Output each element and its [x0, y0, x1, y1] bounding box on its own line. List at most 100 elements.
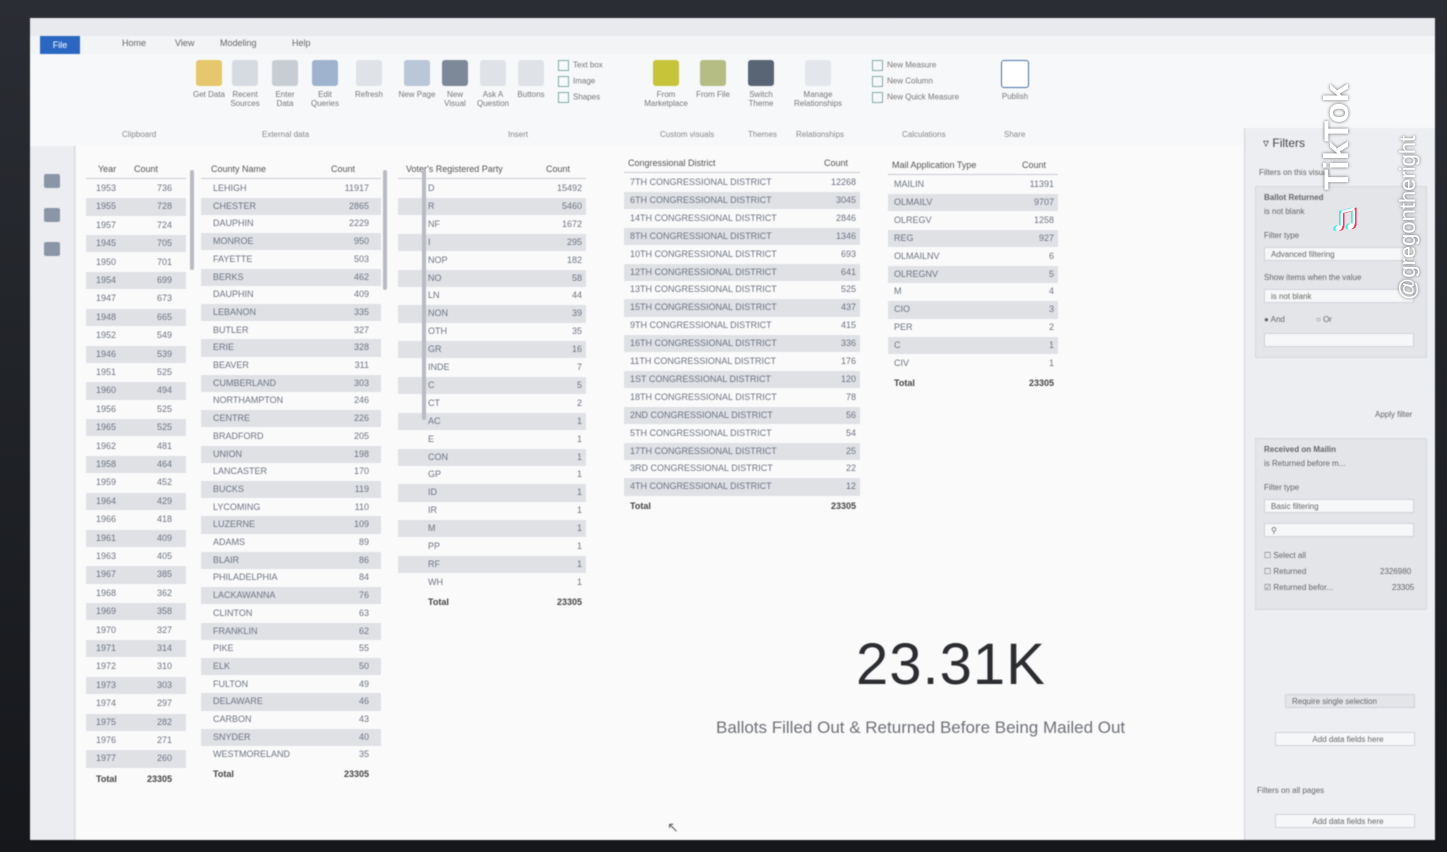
table-row[interactable]: 14TH CONGRESSIONAL DISTRICT 2846: [624, 210, 860, 227]
table-row[interactable]: 1957 724: [86, 217, 186, 234]
table-row[interactable]: 1971 314: [86, 640, 186, 658]
table-row[interactable]: FAYETTE 503: [201, 251, 381, 268]
table-row[interactable]: CIV 1: [888, 355, 1058, 372]
shapes-button[interactable]: Shapes: [558, 92, 600, 103]
table-row[interactable]: PHILADELPHIA 84: [201, 569, 381, 586]
second-condition-dropdown[interactable]: [1264, 333, 1414, 347]
table-row[interactable]: OLREGNV 5: [888, 265, 1058, 283]
table-row[interactable]: 6TH CONGRESSIONAL DISTRICT 3045: [624, 191, 860, 210]
table-row[interactable]: 1955 728: [86, 198, 186, 216]
table-row[interactable]: 8TH CONGRESSIONAL DISTRICT 1346: [624, 227, 860, 245]
table-row[interactable]: UNION 198: [201, 445, 381, 463]
table-row[interactable]: IR 1: [398, 502, 586, 519]
table-row[interactable]: 1965 525: [86, 419, 186, 437]
year-table-scrollbar[interactable]: [190, 170, 194, 270]
table-row[interactable]: OLREGV 1258: [888, 212, 1058, 229]
table-row[interactable]: 1960 494: [86, 382, 186, 400]
table-row[interactable]: NOP 182: [398, 252, 586, 269]
buttons-button[interactable]: Buttons: [512, 60, 550, 99]
table-row[interactable]: 1970 327: [86, 622, 186, 639]
select-all-checkbox[interactable]: ☐ Select all: [1264, 551, 1306, 560]
table-row[interactable]: MONROE 950: [201, 233, 381, 251]
district-count-table[interactable]: Congressional District Count 7TH CONGRES…: [624, 156, 860, 536]
table-row[interactable]: 1958 464: [86, 456, 186, 474]
report-view-icon[interactable]: [44, 174, 60, 188]
table-row[interactable]: 1952 549: [86, 327, 186, 344]
table-row[interactable]: 18TH CONGRESSIONAL DISTRICT 78: [624, 389, 860, 406]
table-row[interactable]: LEBANON 335: [201, 303, 381, 322]
table-row[interactable]: PP 1: [398, 538, 586, 555]
require-single-selection-toggle[interactable]: Require single selection: [1285, 694, 1415, 708]
table-row[interactable]: 2ND CONGRESSIONAL DISTRICT 56: [624, 406, 860, 424]
option-returned-checkbox[interactable]: ☐ Returned: [1264, 567, 1306, 576]
column-header-count[interactable]: Count: [134, 164, 158, 174]
table-row[interactable]: 1954 699: [86, 272, 186, 290]
table-row[interactable]: BEAVER 311: [201, 357, 381, 374]
table-row[interactable]: OLMAILV 9707: [888, 193, 1058, 212]
table-row[interactable]: INDE 7: [398, 359, 586, 376]
new-quick-measure-button[interactable]: New Quick Measure: [872, 92, 959, 103]
filter-type-dropdown[interactable]: Basic filtering: [1264, 499, 1414, 513]
table-row[interactable]: 13TH CONGRESSIONAL DISTRICT 525: [624, 281, 860, 298]
manage-relationships-button[interactable]: Manage Relationships: [790, 60, 846, 108]
table-row[interactable]: 1974 297: [86, 695, 186, 712]
tab-file[interactable]: File: [40, 36, 80, 54]
county-table-scrollbar[interactable]: [383, 170, 387, 290]
new-column-button[interactable]: New Column: [872, 76, 933, 87]
table-row[interactable]: BERKS 462: [201, 268, 381, 286]
report-canvas[interactable]: Year Count 1953 736 1955 728 1957 724 1945 705 1…: [76, 146, 1244, 840]
table-row[interactable]: 9TH CONGRESSIONAL DISTRICT 415: [624, 317, 860, 334]
table-row[interactable]: RF 1: [398, 555, 586, 574]
table-row[interactable]: 3RD CONGRESSIONAL DISTRICT 22: [624, 460, 860, 477]
table-row[interactable]: CUMBERLAND 303: [201, 374, 381, 392]
add-data-fields-dropzone-pages[interactable]: Add data fields here: [1275, 814, 1415, 828]
apply-filter-link[interactable]: Apply filter: [1375, 410, 1412, 419]
option-returned-before-checkbox[interactable]: ☑ Returned befor...: [1264, 583, 1333, 592]
table-row[interactable]: LUZERNE 109: [201, 516, 381, 534]
table-row[interactable]: DAUPHIN 2229: [201, 215, 381, 232]
table-row[interactable]: GR 16: [398, 341, 586, 359]
table-row[interactable]: 1956 525: [86, 401, 186, 418]
publish-button[interactable]: Publish: [996, 60, 1034, 101]
table-row[interactable]: C1: [888, 337, 1058, 355]
filter-card-received-on-mailin[interactable]: Received on Mailin is Returned before m.…: [1255, 438, 1427, 610]
table-row[interactable]: BUCKS 119: [201, 480, 381, 499]
table-row[interactable]: LEHIGH 11917: [201, 180, 381, 197]
column-header-count[interactable]: Count: [1022, 160, 1046, 170]
table-row[interactable]: 7TH CONGRESSIONAL DISTRICT 12268: [624, 174, 860, 191]
table-row[interactable]: GP 1: [398, 466, 586, 483]
table-row[interactable]: C5: [398, 376, 586, 395]
table-row[interactable]: 15TH CONGRESSIONAL DISTRICT 437: [624, 299, 860, 317]
table-row[interactable]: FULTON 49: [201, 676, 381, 693]
table-row[interactable]: NORTHAMPTON 246: [201, 392, 381, 409]
table-row[interactable]: M4: [888, 283, 1058, 300]
table-row[interactable]: 4TH CONGRESSIONAL DISTRICT 12: [624, 478, 860, 496]
table-row[interactable]: D 15492: [398, 180, 586, 197]
column-header-count[interactable]: Count: [546, 164, 570, 174]
filter-type-dropdown[interactable]: Advanced filtering: [1264, 247, 1414, 261]
table-row[interactable]: 1963 405: [86, 548, 186, 565]
refresh-button[interactable]: Refresh: [350, 60, 388, 99]
tab-view[interactable]: View: [175, 38, 194, 48]
table-row[interactable]: PER 2: [888, 319, 1058, 336]
table-row[interactable]: OTH 35: [398, 323, 586, 340]
table-row[interactable]: 16TH CONGRESSIONAL DISTRICT 336: [624, 335, 860, 353]
table-row[interactable]: LN 44: [398, 287, 586, 304]
new-page-button[interactable]: New Page: [398, 60, 436, 99]
table-row[interactable]: M1: [398, 520, 586, 538]
table-row[interactable]: 1972 310: [86, 658, 186, 675]
table-row[interactable]: LANCASTER 170: [201, 463, 381, 480]
table-row[interactable]: CENTRE 226: [201, 410, 381, 428]
table-row[interactable]: 1959 452: [86, 474, 186, 491]
ask-question-button[interactable]: Ask A Question: [474, 60, 512, 108]
edit-queries-button[interactable]: Edit Queries: [306, 60, 344, 108]
table-row[interactable]: ELK 50: [201, 657, 381, 676]
table-row[interactable]: FRANKLIN 62: [201, 622, 381, 640]
table-row[interactable]: 1947 673: [86, 290, 186, 307]
table-row[interactable]: 1976 271: [86, 732, 186, 749]
mail-type-count-table[interactable]: Mail Application Type Count MAILIN 11391 O…: [888, 158, 1058, 398]
table-row[interactable]: NON 39: [398, 305, 586, 323]
table-row[interactable]: 1973 303: [86, 676, 186, 695]
table-row[interactable]: REG 927: [888, 229, 1058, 247]
table-row[interactable]: I 295: [398, 233, 586, 251]
